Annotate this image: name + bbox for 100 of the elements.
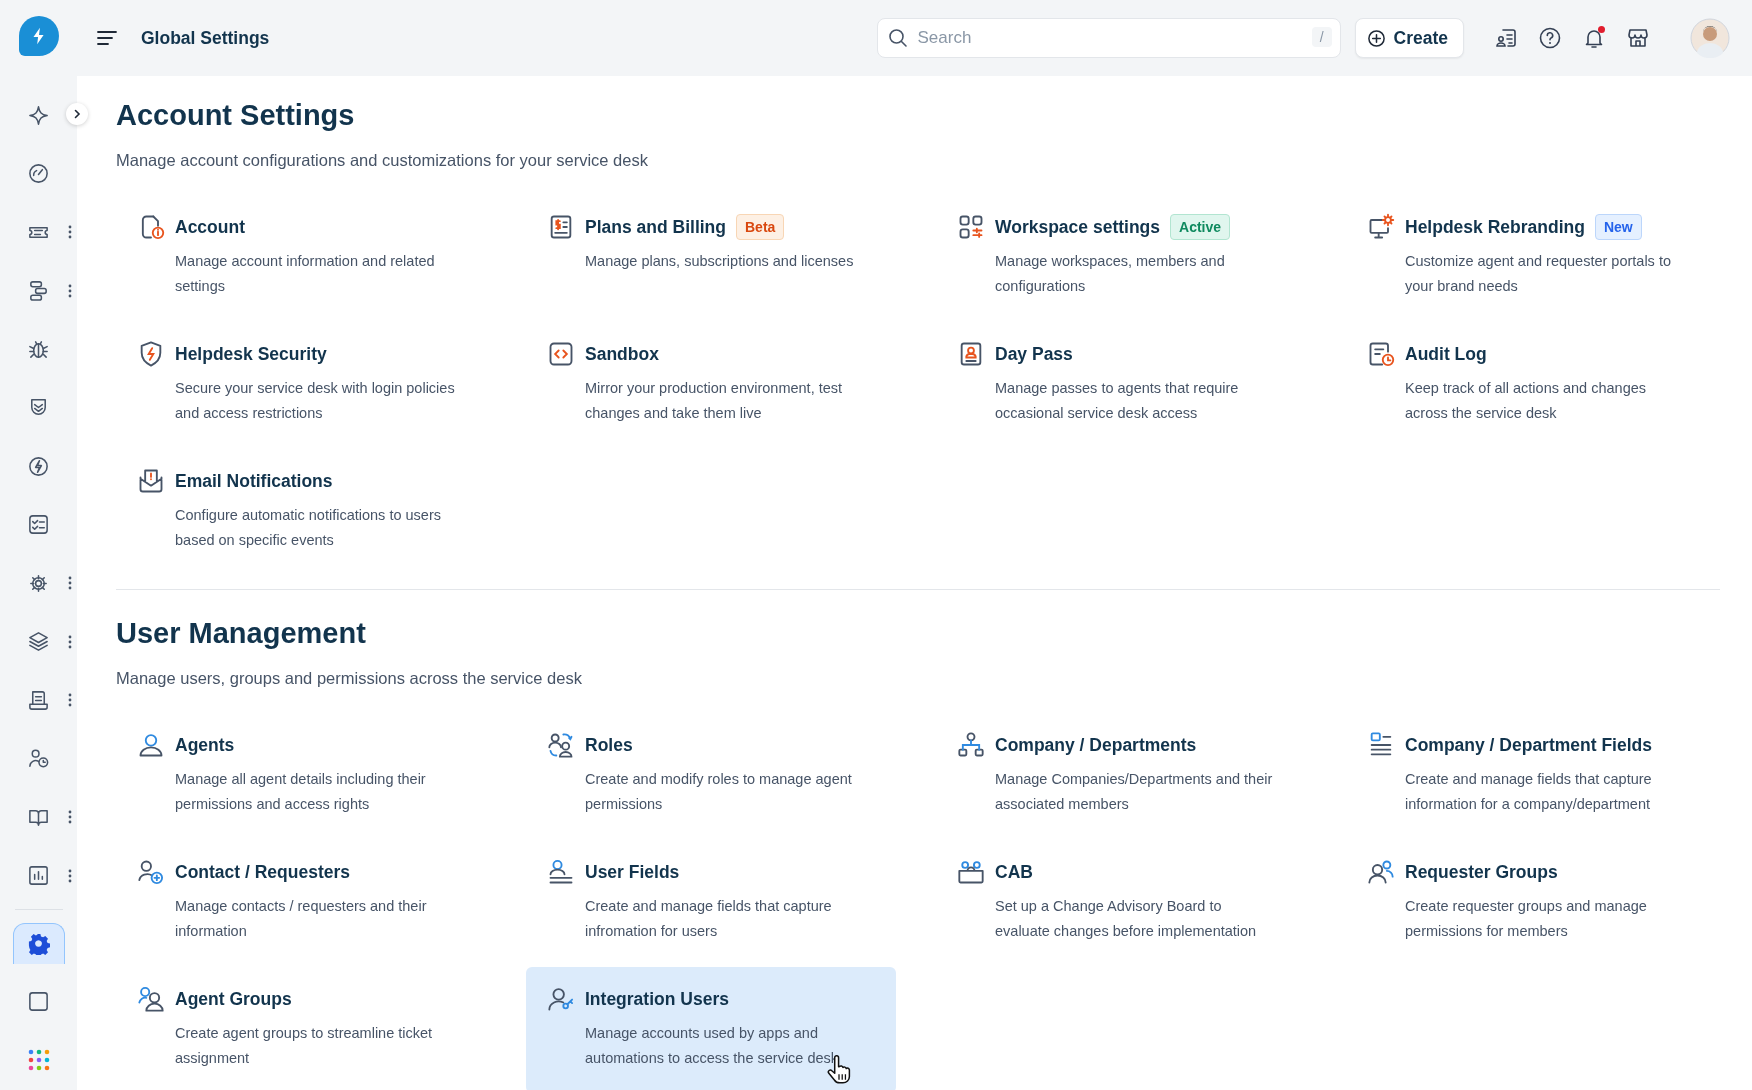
group-briefcase-icon <box>957 858 985 886</box>
apps-grid-icon[interactable] <box>27 1049 50 1072</box>
more-options-icon[interactable] <box>68 693 72 707</box>
user-lines-icon <box>547 858 575 886</box>
settings-card[interactable]: Contact / Requesters Manage contacts / requesters and their information <box>116 840 486 966</box>
card-title: Email Notifications <box>175 470 333 492</box>
card-description: Customize agent and requester portals to your brand needs <box>1405 252 1672 296</box>
monitor-gear-icon <box>1367 213 1395 241</box>
settings-card[interactable]: Email Notifications Configure automatic notifications to users based on specific events <box>116 449 486 575</box>
status-badge: Active <box>1170 214 1231 240</box>
card-description: Create and manage fields that capture information for a company/department <box>1405 770 1653 814</box>
card-title: Agent Groups <box>175 988 292 1010</box>
more-options-icon[interactable] <box>68 634 72 649</box>
card-title: Account <box>175 216 245 238</box>
card-title: Helpdesk Rebranding <box>1405 216 1585 238</box>
card-description: Manage Companies/Departments and their associated members <box>995 770 1274 814</box>
settings-card[interactable]: Agents Manage all agent details including their permissions and access rights <box>116 713 486 839</box>
card-title: Agents <box>175 734 235 756</box>
checklist-icon <box>27 513 50 537</box>
settings-card[interactable]: Audit Log Keep track of all actions and changes across the service desk <box>1346 322 1716 448</box>
envelope-alert-icon <box>137 467 165 495</box>
menu-icon[interactable] <box>97 30 117 46</box>
settings-card[interactable]: User Fields Create and manage fields that capture infromation for users <box>526 840 896 966</box>
workspace-grid-icon <box>957 213 985 241</box>
settings-card[interactable]: Helpdesk Security Secure your service desk with login policies and access restrictions <box>116 322 486 448</box>
card-description: Manage account information and related settings <box>175 252 436 296</box>
card-title: Day Pass <box>995 343 1073 365</box>
card-title: Roles <box>585 734 633 756</box>
card-description: Mirror your production environment, test changes and take them live <box>585 379 844 423</box>
settings-icon <box>27 932 50 956</box>
section-title: Account Settings <box>116 98 356 133</box>
plus-circle-icon <box>1366 28 1386 48</box>
settings-card[interactable]: Day Pass Manage passes to agents that require occasional service desk access <box>936 322 1306 448</box>
settings-card[interactable]: Account Manage account information and related settings <box>116 195 486 321</box>
expand-sidebar-button[interactable] <box>66 103 88 125</box>
section-title: User Management <box>116 616 367 651</box>
user-key-icon <box>547 985 575 1013</box>
user-icon <box>137 731 165 759</box>
card-description: Create and manage fields that capture infromation for users <box>585 897 833 941</box>
contact-list-icon[interactable] <box>1494 26 1518 50</box>
store-icon[interactable] <box>1626 26 1650 50</box>
card-description: Manage contacts / requesters and their information <box>175 897 428 941</box>
more-options-icon[interactable] <box>68 810 72 824</box>
card-title: Plans and Billing <box>585 216 726 238</box>
card-title: CAB <box>995 861 1033 883</box>
speedometer-icon <box>27 162 50 186</box>
card-description: Keep track of all actions and changes across the service desk <box>1405 379 1647 423</box>
card-title: User Fields <box>585 861 680 883</box>
settings-card[interactable]: Requester Groups Create requester groups and manage permissions for members <box>1346 840 1716 966</box>
lightning-circle-icon <box>27 454 50 478</box>
page-title: Global Settings <box>141 27 270 49</box>
more-options-icon[interactable] <box>68 576 72 590</box>
settings-card[interactable]: Workspace settings Active Manage workspaces, members and configurations <box>936 195 1306 321</box>
settings-card[interactable]: Sandbox Mirror your production environment, test changes and take them live <box>526 322 896 448</box>
app-logo[interactable] <box>18 16 59 56</box>
card-title: Workspace settings <box>995 216 1160 238</box>
card-title: Requester Groups <box>1405 861 1558 883</box>
users-icon <box>137 985 165 1013</box>
settings-card[interactable]: Helpdesk Rebranding New Customize agent and requester portals to your brand needs <box>1346 195 1716 321</box>
card-title: Integration Users <box>585 988 729 1010</box>
section-subtitle: Manage account configurations and customizations for your service desk <box>116 150 649 171</box>
card-description: Manage all agent details including their permissions and access rights <box>175 770 427 814</box>
create-button[interactable]: Create <box>1354 18 1464 58</box>
card-title: Contact / Requesters <box>175 861 351 883</box>
card-title: Company / Departments <box>995 734 1197 756</box>
hierarchy-icon <box>957 731 985 759</box>
card-description: Create and modify roles to manage agent permissions <box>585 770 853 814</box>
card-description: Manage passes to agents that require occasional service desk access <box>995 379 1240 423</box>
card-title: Company / Department Fields <box>1405 734 1652 756</box>
card-title: Audit Log <box>1405 343 1487 365</box>
layers-icon <box>27 630 50 654</box>
sidebar-item[interactable] <box>12 922 65 964</box>
card-description: Manage workspaces, members and configurations <box>995 252 1226 296</box>
card-description: Create requester groups and manage permissions for members <box>1405 897 1648 941</box>
card-description: Create agent groups to streamline ticket assignment <box>175 1024 434 1068</box>
help-icon[interactable] <box>1538 26 1562 50</box>
more-options-icon[interactable] <box>68 225 72 239</box>
more-options-icon[interactable] <box>68 868 72 883</box>
shortcut-key: / <box>1311 27 1332 47</box>
settings-card[interactable]: Company / Department Fields Create and manage fields that capture information for a company/department <box>1346 713 1716 839</box>
settings-card[interactable]: Company / Departments Manage Companies/Departments and their associated members <box>936 713 1306 839</box>
workflow-icon <box>27 279 50 303</box>
section-subtitle: Manage users, groups and permissions across the service desk <box>116 668 583 689</box>
settings-card[interactable]: Plans and Billing Beta Manage plans, subscriptions and licenses <box>526 195 896 321</box>
code-window-icon <box>547 340 575 368</box>
roles-swap-icon <box>547 731 575 759</box>
user-group-icon <box>1367 858 1395 886</box>
more-options-icon[interactable] <box>68 283 72 298</box>
settings-card[interactable]: CAB Set up a Change Advisory Board to evaluate changes before implementation <box>936 840 1306 966</box>
card-description: Configure automatic notifications to users based on specific events <box>175 506 442 550</box>
settings-card[interactable]: Roles Create and modify roles to manage agent permissions <box>526 713 896 839</box>
log-clock-icon <box>1367 340 1395 368</box>
status-badge: Beta <box>736 214 785 240</box>
card-description: Manage plans, subscriptions and licenses <box>585 252 855 271</box>
chevron-right-icon <box>72 109 82 119</box>
card-title: Helpdesk Security <box>175 343 327 365</box>
status-badge: New <box>1594 214 1642 240</box>
square-icon <box>27 990 50 1014</box>
settings-card[interactable]: Agent Groups Create agent groups to streamline ticket assignment <box>116 967 486 1090</box>
card-title: Sandbox <box>585 343 659 365</box>
